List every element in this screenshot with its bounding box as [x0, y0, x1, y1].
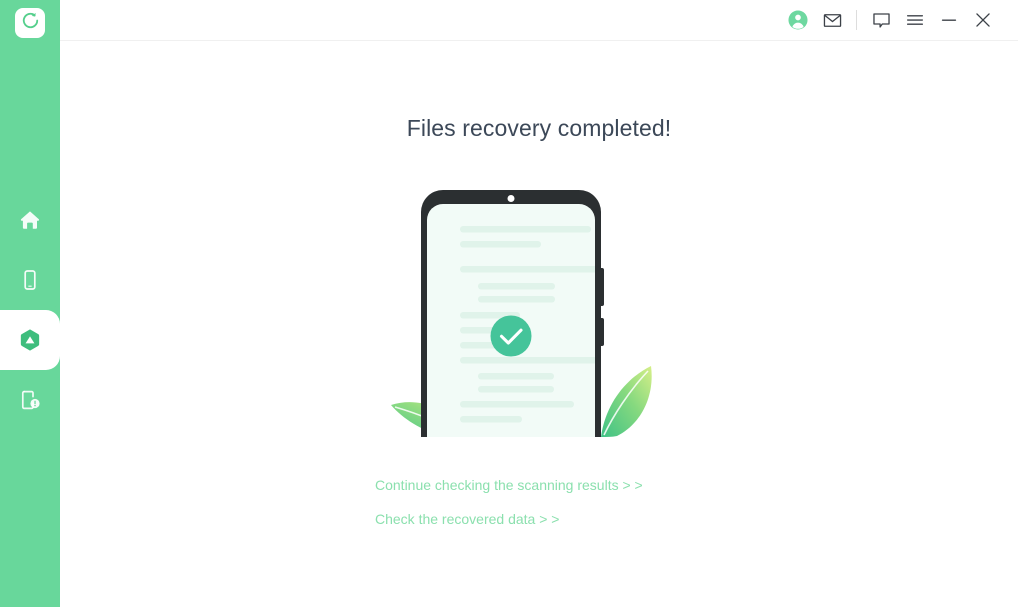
phone-recovery-complete-illustration — [389, 184, 689, 437]
close-x-icon — [972, 9, 994, 31]
check-recovered-data-link[interactable]: Check the recovered data > > — [375, 511, 643, 527]
sidebar-nav — [0, 190, 60, 430]
application-window: Files recovery completed! Continue check… — [0, 0, 1018, 607]
close-button[interactable] — [966, 3, 1000, 37]
envelope-icon — [822, 10, 843, 31]
sidebar-item-home[interactable] — [0, 190, 60, 250]
titlebar-divider — [856, 10, 857, 30]
recovery-refresh-icon — [21, 11, 40, 35]
sidebar-item-recover[interactable] — [0, 296, 60, 384]
device-repair-icon — [18, 388, 42, 412]
speech-bubble-icon — [871, 10, 892, 31]
sidebar — [0, 0, 60, 607]
mobile-phone-icon — [18, 268, 42, 292]
title-bar — [60, 0, 1018, 41]
feedback-button[interactable] — [864, 3, 898, 37]
minimize-icon — [938, 9, 960, 31]
check-circle-icon — [490, 315, 532, 357]
app-logo[interactable] — [15, 8, 45, 38]
account-avatar-button[interactable] — [781, 3, 815, 37]
minimize-button[interactable] — [932, 3, 966, 37]
phone-device — [421, 190, 604, 437]
mail-button[interactable] — [815, 3, 849, 37]
main-area: Files recovery completed! Continue check… — [60, 0, 1018, 607]
home-icon — [18, 208, 42, 232]
content-panel: Files recovery completed! Continue check… — [60, 41, 1018, 607]
action-links: Continue checking the scanning results >… — [375, 477, 643, 527]
continue-scanning-results-link[interactable]: Continue checking the scanning results >… — [375, 477, 643, 493]
menu-button[interactable] — [898, 3, 932, 37]
user-avatar-icon — [787, 9, 809, 31]
sidebar-item-repair[interactable] — [0, 370, 60, 430]
page-title: Files recovery completed! — [406, 115, 672, 141]
cloud-recovery-icon — [17, 327, 43, 353]
hamburger-menu-icon — [904, 9, 926, 31]
leaf-decoration-right — [601, 366, 652, 437]
